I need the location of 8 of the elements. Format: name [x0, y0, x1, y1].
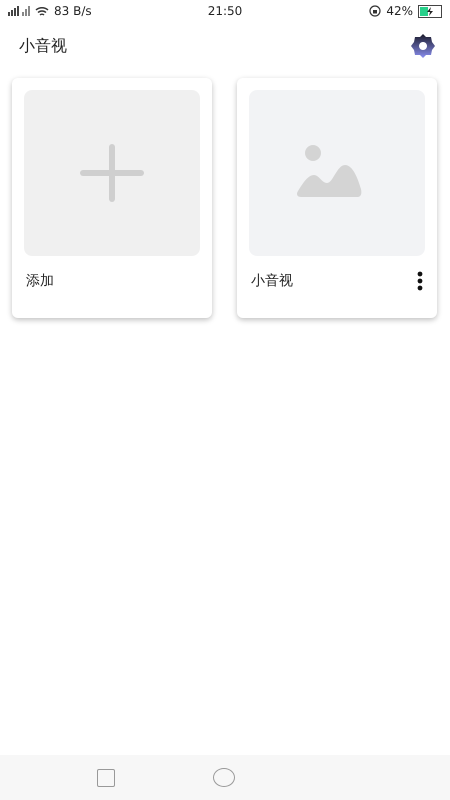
card-label: 添加	[26, 272, 54, 290]
battery-percent: 42%	[386, 4, 413, 18]
network-speed: 83 B/s	[54, 4, 92, 18]
app-title: 小音视	[19, 36, 67, 56]
card[interactable]: 添加	[12, 78, 212, 318]
clock: 21:50	[208, 4, 242, 18]
card[interactable]: 小音视	[237, 78, 437, 318]
card-label: 小音视	[251, 272, 293, 290]
